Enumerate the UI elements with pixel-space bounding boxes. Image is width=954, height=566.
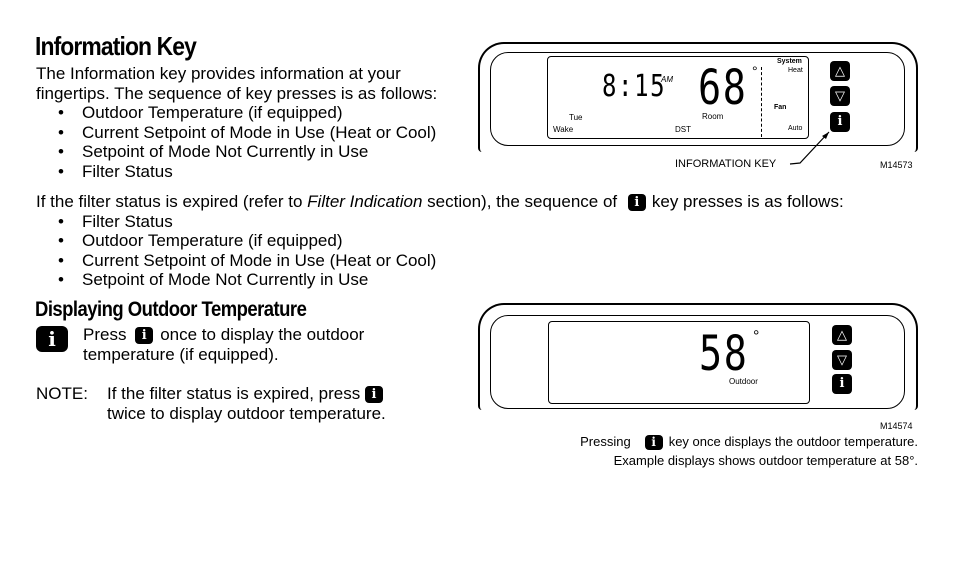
lcd-display: 8:15 AM 68 ° System Heat Fan Auto Tue Wa… bbox=[547, 56, 809, 139]
text: once to display the outdoor bbox=[160, 325, 365, 344]
info-icon: i bbox=[364, 386, 383, 404]
press-instruction: Press i once to display the outdoor tempe… bbox=[83, 325, 364, 364]
note-label: NOTE: bbox=[36, 384, 88, 403]
text: section), the sequence of bbox=[422, 192, 618, 211]
manual-page: Information Key The Information key prov… bbox=[0, 0, 954, 566]
heat-label: Heat bbox=[788, 67, 803, 74]
info-icon: i bbox=[644, 435, 663, 451]
sequence-list: Outdoor Temperature (if equipped) Curren… bbox=[36, 103, 437, 181]
list-item: Filter Status bbox=[36, 212, 844, 232]
figure-code: M14573 bbox=[880, 160, 913, 170]
text: Pressing bbox=[580, 434, 631, 449]
intro-text: The Information key provides information… bbox=[36, 64, 437, 182]
intro-line: fingertips. The sequence of key presses … bbox=[36, 83, 438, 103]
text: If the filter status is expired, press bbox=[107, 384, 361, 403]
text: Press bbox=[83, 325, 127, 344]
info-icon: i bbox=[627, 194, 646, 212]
text: temperature (if equipped). bbox=[83, 344, 279, 364]
list-item: Setpoint of Mode Not Currently in Use bbox=[36, 270, 844, 290]
info-icon: i bbox=[36, 326, 68, 352]
period-label: Wake bbox=[553, 125, 574, 134]
text: twice to display outdoor temperature. bbox=[107, 403, 386, 423]
outdoor-temperature: 58 bbox=[699, 326, 749, 382]
list-item: Outdoor Temperature (if equipped) bbox=[36, 231, 844, 251]
up-button[interactable]: △ bbox=[830, 61, 850, 81]
intro-line: The Information key provides information… bbox=[36, 64, 401, 83]
text: key once displays the outdoor temperatur… bbox=[668, 434, 918, 449]
list-item: Setpoint of Mode Not Currently in Use bbox=[36, 142, 437, 162]
note-text: If the filter status is expired, press i… bbox=[107, 384, 386, 423]
section-heading: Displaying Outdoor Temperature bbox=[35, 298, 307, 321]
list-item: Outdoor Temperature (if equipped) bbox=[36, 103, 437, 123]
clock-time: 8:15 bbox=[602, 69, 667, 104]
list-item: Filter Status bbox=[36, 162, 437, 182]
ampm: AM bbox=[661, 75, 673, 84]
figure-caption: Pressing i key once displays the outdoor t… bbox=[580, 434, 918, 451]
callout-arrow bbox=[789, 131, 830, 165]
system-label: System bbox=[777, 58, 802, 65]
down-button[interactable]: ▽ bbox=[832, 350, 852, 370]
dst-label: DST bbox=[675, 125, 691, 134]
expired-sequence-list: Filter Status Outdoor Temperature (if eq… bbox=[36, 212, 844, 290]
room-temperature: 68 bbox=[698, 60, 748, 116]
expired-paragraph: If the filter status is expired (refer t… bbox=[36, 192, 844, 290]
figure-code: M14574 bbox=[880, 421, 913, 431]
degree-symbol: ° bbox=[752, 63, 758, 79]
callout-label: INFORMATION KEY bbox=[675, 158, 777, 170]
down-button[interactable]: ▽ bbox=[830, 86, 850, 106]
info-button[interactable]: i bbox=[832, 374, 852, 394]
room-label: Room bbox=[702, 112, 724, 121]
text: If the filter status is expired (refer t… bbox=[36, 192, 308, 211]
info-icon: i bbox=[135, 327, 154, 345]
list-item: Current Setpoint of Mode in Use (Heat or… bbox=[36, 251, 844, 271]
divider bbox=[761, 67, 762, 137]
section-reference: Filter Indication bbox=[307, 192, 423, 211]
degree-symbol: ° bbox=[753, 328, 760, 345]
figure-caption-line2: Example displays shows outdoor temperatu… bbox=[613, 453, 918, 468]
day-label: Tue bbox=[569, 113, 583, 122]
fan-label: Fan bbox=[774, 104, 787, 111]
outdoor-label: Outdoor bbox=[729, 377, 758, 386]
text: key presses is as follows: bbox=[651, 192, 844, 211]
up-button[interactable]: △ bbox=[832, 325, 852, 345]
list-item: Current Setpoint of Mode in Use (Heat or… bbox=[36, 123, 437, 143]
lcd-display: 58 ° Outdoor bbox=[548, 321, 810, 404]
page-title: Information Key bbox=[35, 31, 197, 61]
